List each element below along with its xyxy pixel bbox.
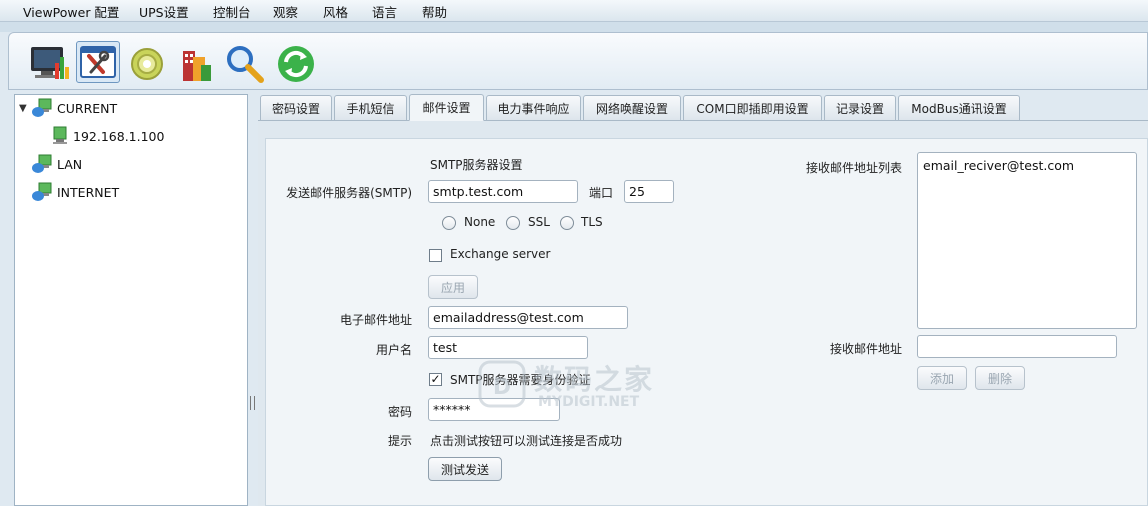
test-send-button[interactable]: 测试发送	[428, 457, 502, 481]
tab-log[interactable]: 记录设置	[824, 95, 896, 120]
radio-ssl-label: SSL	[528, 215, 550, 229]
tree-node-internet[interactable]: INTERNET	[31, 181, 119, 203]
menu-viewpower-config[interactable]: ViewPower 配置	[23, 2, 119, 21]
email-address-input[interactable]	[428, 306, 628, 329]
toolbar-band	[0, 22, 1148, 32]
chevron-down-icon[interactable]: ▼	[19, 103, 31, 114]
smtp-section-title: SMTP服务器设置	[430, 158, 523, 172]
svg-text:D: D	[493, 375, 511, 400]
radio-ssl[interactable]	[506, 216, 520, 230]
tab-modbus[interactable]: ModBus通讯设置	[898, 95, 1020, 120]
sun-settings-icon[interactable]	[125, 43, 169, 85]
menu-console[interactable]: 控制台	[213, 2, 251, 21]
watermark-logo: D 数码之家 MYDIGIT.NET	[478, 356, 672, 412]
list-item[interactable]: email_reciver@test.com	[923, 158, 1074, 173]
network-computer-icon	[32, 98, 52, 117]
menu-bar: ViewPower 配置 UPS设置 控制台 观察 风格 语言 帮助	[0, 0, 1148, 22]
tree-label-internet: INTERNET	[57, 184, 120, 200]
port-input[interactable]	[624, 180, 674, 203]
menu-language[interactable]: 语言	[372, 2, 397, 21]
watermark-brand-cn: 数码之家	[534, 363, 655, 396]
toolbar	[8, 32, 1148, 90]
tab-wake-on-lan[interactable]: 网络唤醒设置	[583, 95, 681, 120]
panel-splitter[interactable]	[250, 396, 255, 410]
radio-tls[interactable]	[560, 216, 574, 230]
hint-label: 提示	[387, 434, 412, 448]
exchange-server-label: Exchange server	[450, 247, 551, 261]
device-tree: ▼ CURRENT 192.168.1.100 LAN INTERNET	[14, 94, 248, 506]
delete-recipient-button[interactable]: 删除	[975, 366, 1025, 390]
menu-style[interactable]: 风格	[323, 2, 348, 21]
email-address-label: 电子邮件地址	[339, 313, 412, 327]
username-label: 用户名	[375, 343, 412, 357]
menu-ups-settings[interactable]: UPS设置	[139, 2, 189, 21]
hint-text: 点击测试按钮可以测试连接是否成功	[430, 434, 623, 448]
tab-sms[interactable]: 手机短信	[334, 95, 407, 120]
tree-node-ip[interactable]: 192.168.1.100	[51, 125, 164, 147]
tree-label-ip: 192.168.1.100	[73, 128, 165, 144]
tree-node-lan[interactable]: LAN	[31, 153, 82, 175]
tree-label-current: CURRENT	[57, 100, 118, 116]
network-computer-icon	[32, 154, 52, 173]
tab-com-pnp[interactable]: COM口即插即用设置	[683, 95, 822, 120]
tree-node-current[interactable]: ▼ CURRENT	[19, 97, 117, 119]
radio-none-label: None	[464, 215, 496, 229]
smtp-server-label: 发送邮件服务器(SMTP)	[286, 186, 412, 200]
recipient-address-label: 接收邮件地址	[829, 342, 902, 356]
menu-view[interactable]: 观察	[273, 2, 298, 21]
refresh-icon[interactable]	[274, 43, 318, 85]
radio-tls-label: TLS	[581, 215, 603, 229]
config-tools-icon[interactable]	[76, 41, 120, 83]
tab-email[interactable]: 邮件设置	[409, 94, 484, 121]
magnifier-icon[interactable]	[223, 43, 267, 85]
apply-button[interactable]: 应用	[428, 275, 478, 299]
recipient-address-input[interactable]	[917, 335, 1117, 358]
tab-power-event[interactable]: 电力事件响应	[486, 95, 581, 120]
recipient-list-label: 接收邮件地址列表	[805, 161, 902, 175]
building-chart-icon[interactable]	[175, 43, 219, 85]
port-label: 端口	[589, 186, 614, 200]
tree-label-lan: LAN	[57, 156, 83, 172]
monitor-chart-icon[interactable]	[29, 43, 73, 85]
smtp-auth-checkbox[interactable]: ✓	[429, 373, 442, 386]
menu-help[interactable]: 帮助	[422, 2, 447, 21]
recipient-list[interactable]: email_reciver@test.com	[917, 152, 1137, 329]
add-recipient-button[interactable]: 添加	[917, 366, 967, 390]
radio-none[interactable]	[442, 216, 456, 230]
password-label: 密码	[387, 405, 412, 419]
exchange-server-checkbox[interactable]	[429, 249, 442, 262]
watermark-brand-en: MYDIGIT.NET	[538, 394, 640, 410]
tab-password[interactable]: 密码设置	[260, 95, 332, 120]
computer-icon	[53, 126, 67, 144]
network-computer-icon	[32, 182, 52, 201]
smtp-server-input[interactable]	[428, 180, 578, 203]
